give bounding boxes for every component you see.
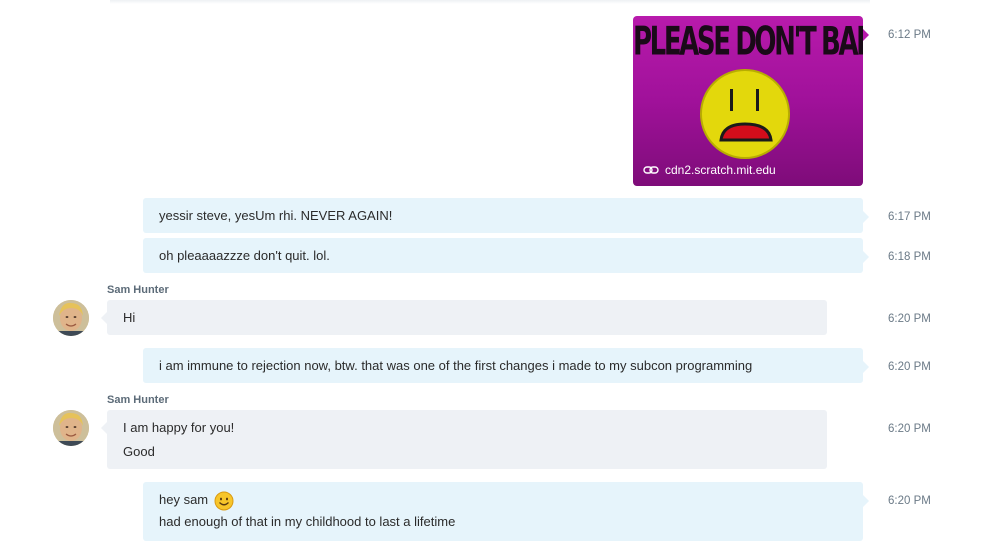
image-caption: PLEASE DON'T BAN ME!!!!	[633, 20, 863, 65]
link-icon	[643, 166, 659, 174]
timestamp: 6:20 PM	[888, 495, 931, 507]
sender-name: Sam Hunter	[107, 394, 169, 406]
timestamp: 6:20 PM	[888, 313, 931, 325]
outgoing-message[interactable]: oh pleaaaazzze don't quit. lol.	[143, 238, 869, 273]
message-text: I am happy for you!	[123, 420, 235, 435]
avatar[interactable]	[53, 300, 89, 336]
message-text: yessir steve, yesUm rhi. NEVER AGAIN!	[159, 208, 393, 223]
message-text: oh pleaaaazzze don't quit. lol.	[159, 248, 330, 263]
timestamp: 6:12 PM	[888, 29, 931, 41]
incoming-message[interactable]: Hi	[101, 300, 827, 335]
message-text: had enough of that in my childhood to la…	[159, 514, 456, 529]
image-source-link[interactable]: cdn2.scratch.mit.edu	[643, 163, 776, 177]
message-text: Good	[123, 444, 155, 459]
outgoing-message[interactable]: yessir steve, yesUm rhi. NEVER AGAIN!	[143, 198, 869, 233]
message-text: hey sam	[159, 492, 209, 507]
scroll-shadow	[110, 0, 870, 4]
outgoing-message[interactable]: hey sam had enough of that in my childho…	[143, 482, 869, 541]
sad-face-icon	[700, 69, 790, 159]
timestamp: 6:20 PM	[888, 361, 931, 373]
message-text: Hi	[123, 310, 136, 325]
timestamp: 6:17 PM	[888, 211, 931, 223]
message-text: i am immune to rejection now, btw. that …	[159, 358, 753, 373]
outgoing-message[interactable]: i am immune to rejection now, btw. that …	[143, 348, 869, 383]
image-bubble-pointer	[863, 29, 869, 41]
user-photo	[53, 410, 89, 446]
incoming-message[interactable]: I am happy for you! Good	[101, 410, 827, 469]
avatar[interactable]	[53, 410, 89, 446]
image-message[interactable]: PLEASE DON'T BAN ME!!!! cdn2.scratch.mit…	[633, 16, 863, 186]
user-photo	[53, 300, 89, 336]
timestamp: 6:20 PM	[888, 423, 931, 435]
sender-name: Sam Hunter	[107, 284, 169, 296]
smile-emoji-icon	[214, 491, 234, 511]
timestamp: 6:18 PM	[888, 251, 931, 263]
image-link-text: cdn2.scratch.mit.edu	[665, 163, 776, 177]
